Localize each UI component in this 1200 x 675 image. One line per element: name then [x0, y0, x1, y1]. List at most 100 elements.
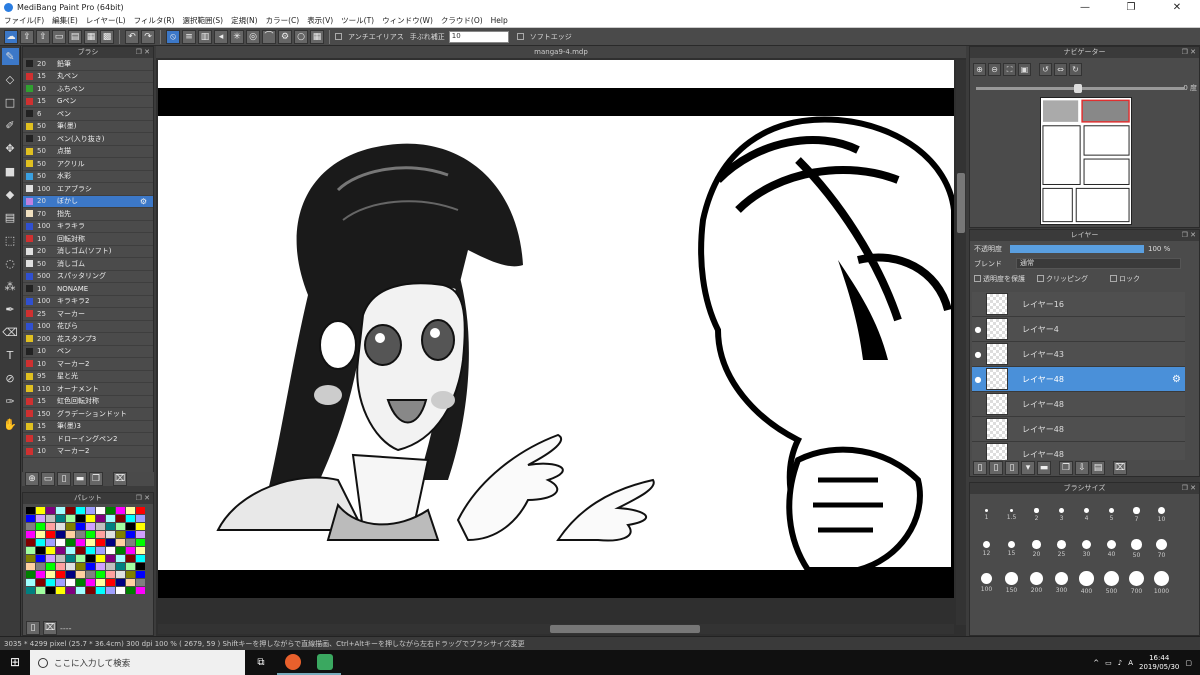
palette-swatch[interactable] [106, 515, 115, 522]
medibang-icon[interactable] [309, 650, 341, 675]
palette-swatch[interactable] [86, 563, 95, 570]
brush-size-option[interactable]: 1 [974, 499, 999, 531]
palette-swatch[interactable] [26, 547, 35, 554]
flip-icon[interactable]: ⇔ [1054, 63, 1067, 76]
new-page-icon[interactable]: ▦ [84, 29, 98, 44]
palette-swatch[interactable] [56, 531, 65, 538]
brush-item[interactable]: 15 筆(墨)3 [23, 421, 153, 433]
layer-item[interactable]: ● レイヤー43 [972, 342, 1185, 367]
opacity-slider[interactable] [1010, 244, 1144, 253]
brush-item[interactable]: 6 ペン [23, 108, 153, 121]
palette-swatch[interactable] [76, 515, 85, 522]
brush-item[interactable]: 25 マーカー [23, 308, 153, 321]
brush-size-option[interactable]: 200 [1024, 567, 1049, 599]
palette-swatch[interactable] [46, 547, 55, 554]
brush-size-option[interactable]: 400 [1074, 567, 1099, 599]
actual-size-icon[interactable]: ▣ [1018, 63, 1031, 76]
palette-swatch[interactable] [116, 523, 125, 530]
antialias-checkbox[interactable] [335, 33, 342, 40]
palette-swatch[interactable] [26, 587, 35, 594]
windows-start-icon[interactable]: ⊞ [0, 650, 30, 675]
rotate-left-icon[interactable]: ↺ [1039, 63, 1052, 76]
taskbar-clock[interactable]: 16:44 2019/05/30 [1139, 654, 1179, 672]
menu-filter[interactable]: フィルタ(R) [130, 15, 179, 26]
brush-size-option[interactable]: 300 [1049, 567, 1074, 599]
palette-swatch[interactable] [96, 555, 105, 562]
navigator-preview[interactable] [1040, 97, 1132, 225]
brush-item[interactable]: 200 花スタンプ3 [23, 333, 153, 346]
palette-swatch[interactable] [126, 571, 135, 578]
palette-swatch[interactable] [86, 587, 95, 594]
new-1bit-layer-icon[interactable]: ▾ [1021, 461, 1035, 475]
palette-swatch[interactable] [126, 587, 135, 594]
brush-item[interactable]: 20 鉛筆 [23, 58, 153, 71]
palette-swatch[interactable] [86, 571, 95, 578]
visibility-icon[interactable]: ● [972, 325, 984, 334]
clipping-checkbox[interactable] [1037, 275, 1044, 282]
brush-size-option[interactable]: 25 [1049, 533, 1074, 565]
palette-swatch[interactable] [96, 563, 105, 570]
palette-swatch[interactable] [106, 563, 115, 570]
brush-file-icon[interactable]: ▯ [57, 472, 71, 486]
redo-icon[interactable]: ↷ [141, 29, 155, 44]
palette-swatch[interactable] [46, 515, 55, 522]
palette-swatch[interactable] [126, 531, 135, 538]
palette-swatch[interactable] [46, 579, 55, 586]
palette-swatch[interactable] [136, 523, 145, 530]
palette-swatch[interactable] [96, 571, 105, 578]
gradient-tool-icon[interactable]: ▤ [2, 209, 19, 226]
palette-swatch[interactable] [66, 547, 75, 554]
menu-cloud[interactable]: クラウド(O) [437, 15, 487, 26]
rect-tool-icon[interactable]: □ [2, 94, 19, 111]
ellipse-icon[interactable]: ○ [294, 29, 308, 44]
layer-folder-icon[interactable]: ▬ [1037, 461, 1051, 475]
palette-swatch[interactable] [76, 547, 85, 554]
brush-size-option[interactable]: 5 [1099, 499, 1124, 531]
palette-swatch[interactable] [66, 571, 75, 578]
upload-icon[interactable]: ⇧ [36, 29, 50, 44]
palette-swatch[interactable] [46, 587, 55, 594]
soft-edge-checkbox[interactable] [516, 33, 524, 40]
palette-swatch[interactable] [136, 539, 145, 546]
palette-swatch[interactable] [56, 571, 65, 578]
network-icon[interactable]: ▭ [1105, 659, 1112, 667]
palette-swatch[interactable] [36, 571, 45, 578]
brush-size-option[interactable]: 30 [1074, 533, 1099, 565]
rotate-right-icon[interactable]: ↻ [1069, 63, 1082, 76]
brush-size-option[interactable]: 70 [1149, 533, 1174, 565]
palette-swatch[interactable] [136, 515, 145, 522]
radial-snap-icon[interactable]: ✳ [230, 29, 244, 44]
palette-swatch[interactable] [36, 563, 45, 570]
brush-item[interactable]: 15 ドローイングペン2 [23, 433, 153, 446]
brush-item[interactable]: 15 Gペン [23, 96, 153, 108]
palette-swatch[interactable] [136, 555, 145, 562]
cross-snap-icon[interactable]: ▥ [198, 29, 212, 44]
brush-size-option[interactable]: 150 [999, 567, 1024, 599]
brush-size-option[interactable]: 20 [1024, 533, 1049, 565]
taskbar-search[interactable]: ここに入力して検索 [30, 650, 245, 675]
select-pen-icon[interactable]: ✒ [2, 301, 19, 318]
palette-swatch[interactable] [86, 547, 95, 554]
palette-swatch[interactable] [46, 571, 55, 578]
palette-swatch[interactable] [86, 539, 95, 546]
brush-item[interactable]: 150 グラデーションドット [23, 408, 153, 421]
brush-size-option[interactable]: 40 [1099, 533, 1124, 565]
palette-swatch[interactable] [56, 539, 65, 546]
palette-swatch[interactable] [36, 547, 45, 554]
brush-item[interactable]: 10 ペン(入り抜き) [23, 133, 153, 146]
copy-brush-icon[interactable]: ▭ [41, 472, 55, 486]
palette-swatch[interactable] [116, 539, 125, 546]
palette-swatch[interactable] [76, 507, 85, 514]
palette-swatch[interactable] [136, 563, 145, 570]
language-icon[interactable]: A [1128, 659, 1133, 667]
brush-item[interactable]: 15 丸ペン [23, 71, 153, 83]
palette-swatch[interactable] [66, 523, 75, 530]
palette-swatch[interactable] [86, 507, 95, 514]
new-layer-icon[interactable]: ▯ [973, 461, 987, 475]
palette-swatch[interactable] [36, 539, 45, 546]
palette-swatch[interactable] [46, 531, 55, 538]
palette-swatch[interactable] [56, 547, 65, 554]
palette-swatch[interactable] [96, 515, 105, 522]
add-brush-icon[interactable]: ⊕ [25, 472, 39, 486]
palette-swatch[interactable] [126, 515, 135, 522]
